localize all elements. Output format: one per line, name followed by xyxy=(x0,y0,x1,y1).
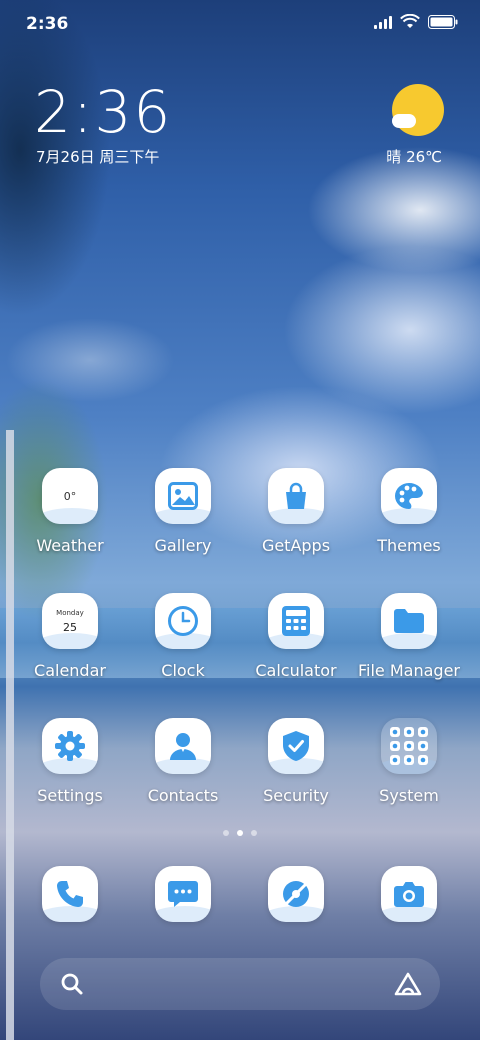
app-label: GetApps xyxy=(261,536,331,555)
browser-icon xyxy=(268,866,324,922)
app-weather[interactable]: 0° Weather xyxy=(15,468,125,555)
signal-icon xyxy=(374,15,392,29)
weather-icon-temp: 0° xyxy=(63,489,77,503)
app-gallery[interactable]: Gallery xyxy=(128,468,238,555)
app-calendar[interactable]: Monday 25 Calendar xyxy=(15,593,125,680)
message-icon xyxy=(155,866,211,922)
app-system-folder[interactable]: System xyxy=(354,718,464,805)
gear-icon xyxy=(42,718,98,774)
battery-icon xyxy=(428,15,458,29)
camera-icon xyxy=(381,866,437,922)
app-label: Contacts xyxy=(147,786,219,805)
app-label: File Manager xyxy=(358,661,460,680)
page-dot-active[interactable] xyxy=(237,830,243,836)
folder-grid-icon xyxy=(381,718,437,774)
clock-widget-date[interactable]: 7月26日 周三下午 xyxy=(36,146,159,167)
cloud-icon xyxy=(392,114,416,128)
shopping-bag-icon xyxy=(268,468,324,524)
app-label: Settings xyxy=(37,786,103,805)
app-themes[interactable]: Themes xyxy=(354,468,464,555)
sun-icon[interactable] xyxy=(392,84,444,136)
status-time: 2:36 xyxy=(26,14,69,34)
gallery-icon xyxy=(155,468,211,524)
app-label: Gallery xyxy=(154,536,212,555)
status-bar: 2:36 xyxy=(0,0,480,50)
phone-icon xyxy=(42,866,98,922)
app-label: Calendar xyxy=(34,661,106,680)
app-label: Themes xyxy=(377,536,441,555)
folder-icon xyxy=(381,593,437,649)
app-contacts[interactable]: Contacts xyxy=(128,718,238,805)
app-settings[interactable]: Settings xyxy=(15,718,125,805)
app-label: Clock xyxy=(161,661,205,680)
assistant-icon[interactable] xyxy=(394,972,422,996)
page-indicator xyxy=(0,830,480,836)
app-clock[interactable]: Clock xyxy=(128,593,238,680)
dock-camera[interactable] xyxy=(354,866,464,922)
dock-messages[interactable] xyxy=(128,866,238,922)
app-security[interactable]: Security xyxy=(241,718,351,805)
page-dot[interactable] xyxy=(223,830,229,836)
app-calculator[interactable]: Calculator xyxy=(241,593,351,680)
app-label: Weather xyxy=(36,536,104,555)
clock-icon xyxy=(155,593,211,649)
app-file-manager[interactable]: File Manager xyxy=(354,593,464,680)
wallpaper-pole xyxy=(6,430,14,1040)
app-label: Calculator xyxy=(255,661,337,680)
weather-icon: 0° xyxy=(42,468,98,524)
dock-phone[interactable] xyxy=(15,866,125,922)
shield-icon xyxy=(268,718,324,774)
contact-icon xyxy=(155,718,211,774)
search-bar[interactable] xyxy=(40,958,440,1010)
wifi-icon xyxy=(400,14,420,28)
clock-widget-time[interactable]: 2:36 xyxy=(34,78,172,146)
weather-widget-text[interactable]: 晴 26℃ xyxy=(386,146,442,167)
palette-icon xyxy=(381,468,437,524)
app-label: System xyxy=(379,786,439,805)
app-label: Security xyxy=(263,786,329,805)
calendar-day-name: Monday xyxy=(56,608,84,617)
status-icons xyxy=(374,14,458,30)
dock-browser[interactable] xyxy=(241,866,351,922)
calendar-day-number: 25 xyxy=(63,620,77,634)
search-icon[interactable] xyxy=(60,972,84,996)
calculator-icon xyxy=(268,593,324,649)
app-getapps[interactable]: GetApps xyxy=(241,468,351,555)
page-dot[interactable] xyxy=(251,830,257,836)
calendar-icon: Monday 25 xyxy=(42,593,98,649)
wallpaper-foliage xyxy=(0,0,170,420)
